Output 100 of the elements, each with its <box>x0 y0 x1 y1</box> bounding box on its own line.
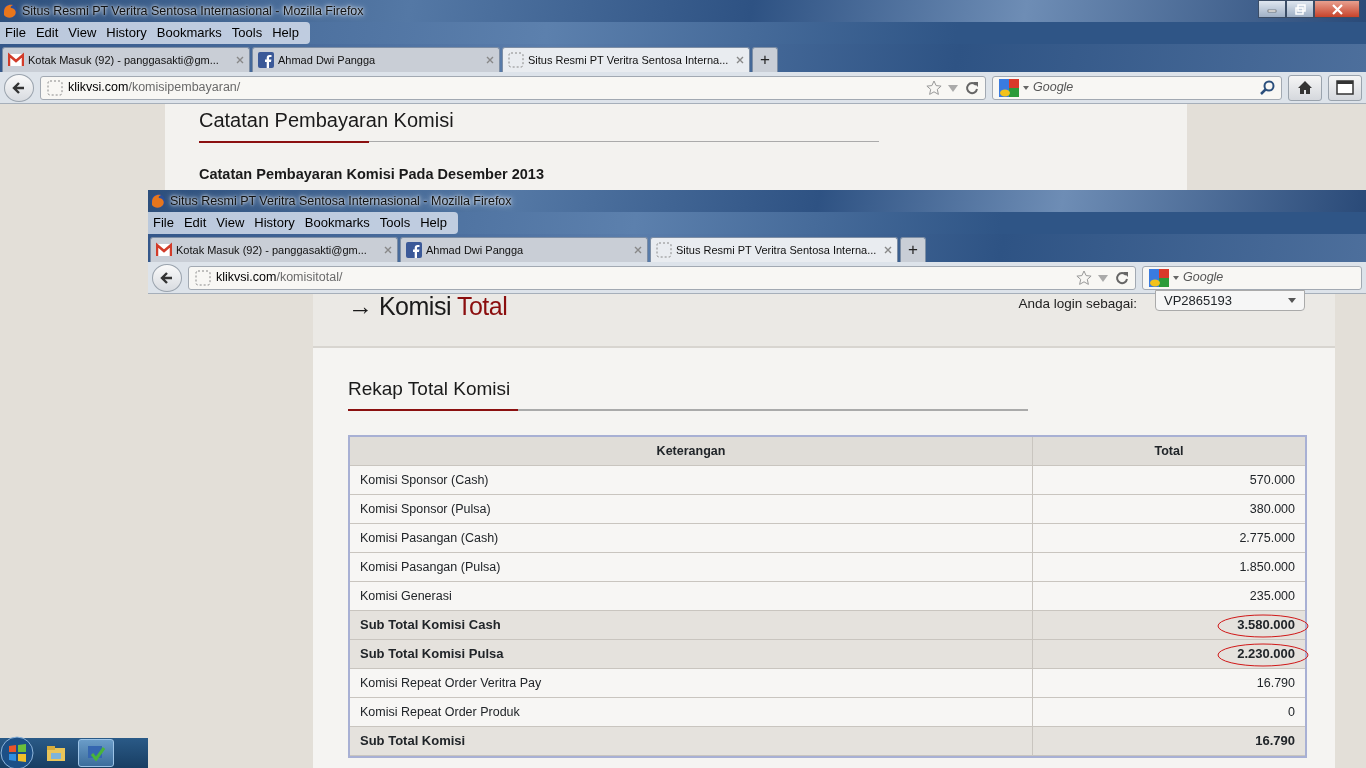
bookmark-star-icon[interactable] <box>1076 269 1092 286</box>
table-cell: Komisi Sponsor (Pulsa) <box>350 495 1033 523</box>
back-arrow-icon <box>11 79 27 96</box>
tab-close-icon[interactable] <box>884 246 892 254</box>
browser-tab[interactable]: Situs Resmi PT Veritra Sentosa Interna... <box>502 47 750 72</box>
section-title: Rekap Total Komisi <box>348 378 512 400</box>
browser-tab[interactable]: Ahmad Dwi Pangga <box>252 47 500 72</box>
address-bar[interactable]: klikvsi.com/komisipembayaran/ <box>40 75 986 100</box>
table-cell: Sub Total Komisi Cash <box>350 611 1033 639</box>
dropdown-icon[interactable] <box>1173 275 1179 280</box>
new-tab-button[interactable]: + <box>752 47 778 72</box>
table-cell: Komisi Repeat Order Produk <box>350 698 1033 726</box>
table-cell-text: 3.580.000 <box>1237 616 1295 635</box>
reload-icon[interactable] <box>964 80 979 95</box>
page-title: → Komisi Total <box>348 294 508 318</box>
account-select[interactable]: VP2865193 <box>1155 290 1305 311</box>
url-domain: klikvsi.com <box>216 269 277 287</box>
table-cell-text: 16.790 <box>1256 674 1295 692</box>
column-header: Total <box>1153 442 1185 460</box>
window-title: Situs Resmi PT Veritra Sentosa Internasional - Mozilla Firefox <box>170 192 512 210</box>
url-domain: klikvsi.com <box>68 79 129 97</box>
table-cell: Komisi Pasangan (Pulsa) <box>350 553 1033 581</box>
address-bar[interactable]: klikvsi.com/komisitotal/ <box>188 265 1136 290</box>
facebook-icon <box>406 242 422 258</box>
new-tab-button[interactable]: + <box>900 237 926 262</box>
restore-button[interactable] <box>1286 0 1314 18</box>
caret-icon <box>1288 298 1296 303</box>
back-button[interactable] <box>4 73 34 102</box>
table-cell-text: 570.000 <box>1249 471 1295 489</box>
dropdown-icon[interactable] <box>1023 85 1029 90</box>
mail-icon <box>156 242 172 258</box>
login-label: Anda login sebagai: <box>1018 295 1137 313</box>
menu-item[interactable]: Tools <box>374 213 416 233</box>
taskbar-button[interactable] <box>78 739 114 767</box>
blank-page-icon <box>656 242 672 258</box>
close-icon <box>1331 3 1343 15</box>
table-cell-text: 2.230.000 <box>1237 645 1295 664</box>
search-icon[interactable] <box>1260 80 1275 95</box>
reload-icon[interactable] <box>1114 270 1129 285</box>
tab-close-icon[interactable] <box>634 246 642 254</box>
home-button[interactable] <box>1288 74 1322 101</box>
firefox-icon <box>150 193 166 209</box>
menu-item[interactable]: Edit <box>178 213 212 233</box>
back-button[interactable] <box>152 263 182 292</box>
bookmark-star-icon[interactable] <box>926 79 942 96</box>
start-button[interactable] <box>0 736 34 768</box>
mail-icon <box>8 52 24 68</box>
table-cell-text: 1.850.000 <box>1239 558 1295 576</box>
menu-item[interactable]: File <box>148 213 179 233</box>
search-field[interactable]: Google <box>1142 265 1362 290</box>
url-path: /komisipembayaran/ <box>128 79 241 97</box>
menu-item[interactable]: Edit <box>30 23 64 43</box>
menu-item[interactable]: View <box>63 23 102 43</box>
menu-item[interactable]: Bookmarks <box>151 23 227 43</box>
tab-close-icon[interactable] <box>384 246 392 254</box>
browser-tab[interactable]: Situs Resmi PT Veritra Sentosa Interna... <box>650 237 898 262</box>
url-path: /komisitotal/ <box>276 269 343 287</box>
tab-close-icon[interactable] <box>736 56 744 64</box>
menu-item[interactable]: Help <box>267 23 304 43</box>
firefox-icon <box>2 3 18 19</box>
page-subheading: Catatan Pembayaran Komisi Pada Desember 2013 <box>199 165 545 184</box>
table-cell-text: 380.000 <box>1249 500 1295 518</box>
table-cell: Sub Total Komisi <box>350 727 1033 755</box>
menu-item[interactable]: File <box>0 23 31 43</box>
table-cell: Komisi Generasi <box>350 582 1033 610</box>
blank-page-icon <box>508 52 524 68</box>
table-cell-text: 0 <box>1288 703 1295 721</box>
table-cell: Komisi Sponsor (Cash) <box>350 466 1033 494</box>
menu-item[interactable]: Bookmarks <box>299 213 375 233</box>
menu-item[interactable]: Tools <box>226 23 268 43</box>
browser-tab[interactable]: Kotak Masuk (92) - panggasakti@gm... <box>2 47 250 72</box>
search-engine-icon[interactable] <box>999 78 1019 97</box>
tab-close-icon[interactable] <box>486 56 494 64</box>
table-cell-text: 235.000 <box>1249 587 1295 605</box>
menu-item[interactable]: History <box>249 213 300 233</box>
browser-tab[interactable]: Ahmad Dwi Pangga <box>400 237 648 262</box>
app-icon <box>86 744 106 762</box>
table-cell: Komisi Repeat Order Veritra Pay <box>350 669 1033 697</box>
browser-tab[interactable]: Kotak Masuk (92) - panggasakti@gm... <box>150 237 398 262</box>
page-heading: Catatan Pembayaran Komisi <box>199 108 455 132</box>
minimize-button[interactable] <box>1258 0 1286 18</box>
table-cell: Komisi Pasangan (Cash) <box>350 524 1033 552</box>
table-cell: Sub Total Komisi Pulsa <box>350 640 1033 668</box>
close-button[interactable] <box>1314 0 1360 18</box>
table-cell-text: 2.775.000 <box>1239 529 1295 547</box>
table-cell-text: 16.790 <box>1255 732 1295 751</box>
back-arrow-icon <box>159 269 175 286</box>
window-title: Situs Resmi PT Veritra Sentosa Internasional - Mozilla Firefox <box>22 2 364 20</box>
window-icon <box>1336 80 1354 95</box>
search-field[interactable]: Google <box>992 75 1282 100</box>
search-placeholder: Google <box>1033 79 1075 97</box>
restore-icon <box>1294 3 1306 15</box>
tab-groups-button[interactable] <box>1328 74 1362 101</box>
menu-item[interactable]: Help <box>415 213 452 233</box>
search-engine-icon[interactable] <box>1149 268 1169 287</box>
menu-item[interactable]: View <box>211 213 250 233</box>
tab-close-icon[interactable] <box>236 56 244 64</box>
menu-item[interactable]: History <box>101 23 152 43</box>
folder-icon <box>46 744 66 762</box>
column-header: Keterangan <box>350 437 1033 465</box>
